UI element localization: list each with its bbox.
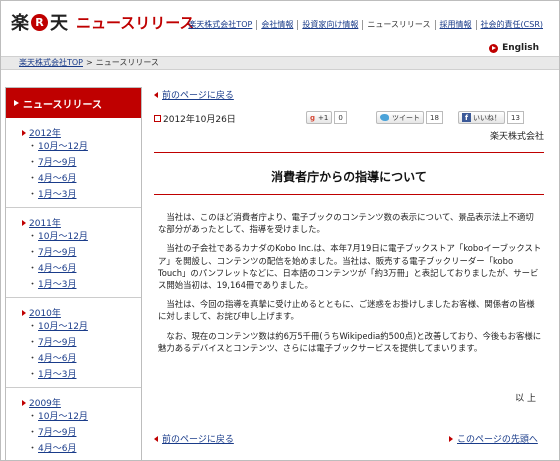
sidebar-quarter-link[interactable]: 7月〜9月 [38,158,76,168]
sidebar-quarter-link[interactable]: 7月〜9月 [38,338,76,348]
sidebar-year-2009: 2009年 ・10月〜12月 ・7月〜9月 ・4月〜6月 [6,396,141,461]
sidebar-year-2012: 2012年 ・10月〜12月 ・7月〜9月 ・4月〜6月 ・1月〜3月 [6,126,141,208]
body-paragraph: 当社は、このほど消費者庁より、電子ブックのコンテンツ数の表示について、景品表示法… [158,212,534,235]
sidebar-quarter-link[interactable]: 10月〜12月 [38,322,88,332]
sidebar-quarter-link[interactable]: 4月〜6月 [38,354,76,364]
facebook-like-widget: f いいね！ 13 [458,111,524,124]
sidebar-year-link[interactable]: 2011年 [29,216,61,229]
triangle-right-icon [22,129,26,136]
facebook-like-button[interactable]: f いいね！ [458,111,505,124]
sidebar-quarter-link[interactable]: 1月〜3月 [38,280,76,290]
back-link-label[interactable]: 前のページに戻る [162,88,234,101]
sidebar-year-2010: 2010年 ・10月〜12月 ・7月〜9月 ・4月〜6月 ・1月〜3月 [6,306,141,388]
sidebar-heading-label: ニュースリリース [23,99,102,111]
tweet-button[interactable]: ツイート [376,111,424,124]
sidebar-quarter-link[interactable]: 10月〜12月 [38,142,88,152]
tweet-widget: ツイート 18 [376,111,443,124]
sidebar-year-link[interactable]: 2010年 [29,306,61,319]
nav-news-release-current: ニュースリリース [367,20,431,29]
logo-r-icon: R [31,13,48,31]
breadcrumb-current: ニュースリリース [95,58,159,67]
sidebar-quarter-link[interactable]: 7月〜9月 [38,428,76,438]
breadcrumb: 楽天株式会社TOP > ニュースリリース [1,56,559,70]
release-date-text: 2012年10月26日 [163,115,236,125]
sidebar-quarter-link[interactable]: 1月〜3月 [38,370,76,380]
headline-rule-bottom [154,194,544,195]
sidebar-quarter-link[interactable]: 10月〜12月 [38,232,88,242]
facebook-like-count: 13 [507,111,524,124]
sidebar-year-2011: 2011年 ・10月〜12月 ・7月〜9月 ・4月〜6月 ・1月〜3月 [6,216,141,298]
back-link-bottom-label[interactable]: 前のページに戻る [162,432,234,445]
tweet-count: 18 [426,111,443,124]
arrow-circle-icon [489,43,499,53]
triangle-right-icon [22,309,26,316]
body-paragraph: 当社の子会社であるカナダのKobo Inc.は、本年7月19日に電子ブックストア… [158,243,542,291]
global-nav: 楽天株式会社TOP 会社情報 投資家向け情報 ニュースリリース 採用情報 社会的… [184,20,547,30]
gplus-count: 0 [334,111,347,124]
gplus-button[interactable]: g +1 [306,111,333,124]
triangle-left-icon [154,435,158,442]
facebook-icon: f [462,113,471,122]
site-header: 楽 R 天 ニュースリリース 楽天株式会社TOP 会社情報 投資家向け情報 ニュ… [1,1,559,56]
sidebar-year-link[interactable]: 2009年 [29,396,61,409]
body-paragraph: 当社は、今回の指導を真摯に受け止めるとともに、ご迷惑をお掛けしましたお客様、関係… [158,299,535,322]
twitter-bird-icon [380,114,389,121]
nav-corporate-top[interactable]: 楽天株式会社TOP [188,20,252,29]
sidebar-quarter-link[interactable]: 4月〜6月 [38,264,76,274]
back-link-top[interactable]: 前のページに戻る [154,88,234,101]
nav-careers[interactable]: 採用情報 [440,20,472,29]
logo-char-ten: 天 [50,13,68,34]
page-title: 消費者庁からの指導について [271,170,427,184]
triangle-left-icon [154,91,158,98]
sidebar-heading: ニュースリリース [6,88,141,118]
body-paragraph: なお、現在のコンテンツ数は約6万5千冊(うちWikipedia約500点)と改善… [158,330,542,353]
sidebar-quarter-link[interactable]: 1月〜3月 [38,190,76,200]
closing-mark: 以 上 [515,394,536,404]
triangle-right-icon [22,219,26,226]
nav-company-info[interactable]: 会社情報 [261,20,293,29]
page-top-link[interactable]: このページの先頭へ [449,432,538,445]
english-link[interactable]: English [489,43,539,53]
page-section-title: ニュースリリース [76,13,195,32]
triangle-right-icon [14,100,19,106]
sidebar-quarter-link[interactable]: 7月〜9月 [38,248,76,258]
logo-char-raku: 楽 [11,13,29,34]
page-top-link-label[interactable]: このページの先頭へ [457,432,538,445]
sidebar: ニュースリリース 2012年 ・10月〜12月 ・7月〜9月 ・4月〜6月 ・1… [5,87,142,461]
headline-rule-top [154,152,544,153]
nav-investor-relations[interactable]: 投資家向け情報 [302,20,358,29]
sidebar-year-link[interactable]: 2012年 [29,126,61,139]
nav-csr[interactable]: 社会的責任(CSR) [481,20,543,29]
triangle-right-icon [449,435,453,442]
release-date: 2012年10月26日 [154,112,236,125]
sidebar-quarter-link[interactable]: 10月〜12月 [38,412,88,422]
sidebar-quarter-link[interactable]: 4月〜6月 [38,444,76,454]
breadcrumb-home[interactable]: 楽天株式会社TOP [19,58,83,67]
release-body: 当社は、このほど消費者庁より、電子ブックのコンテンツ数の表示について、景品表示法… [158,211,542,361]
gplus-widget: g +1 0 [306,111,347,124]
back-link-bottom[interactable]: 前のページに戻る [154,432,234,445]
breadcrumb-separator: > [86,58,93,67]
sidebar-quarter-link[interactable]: 4月〜6月 [38,174,76,184]
rakuten-logo[interactable]: 楽 R 天 ニュースリリース [11,11,195,34]
gplus-icon: g [310,113,316,122]
english-label: English [502,43,539,53]
square-icon [154,115,161,122]
triangle-right-icon [22,399,26,406]
company-name: 楽天株式会社 [489,132,544,142]
